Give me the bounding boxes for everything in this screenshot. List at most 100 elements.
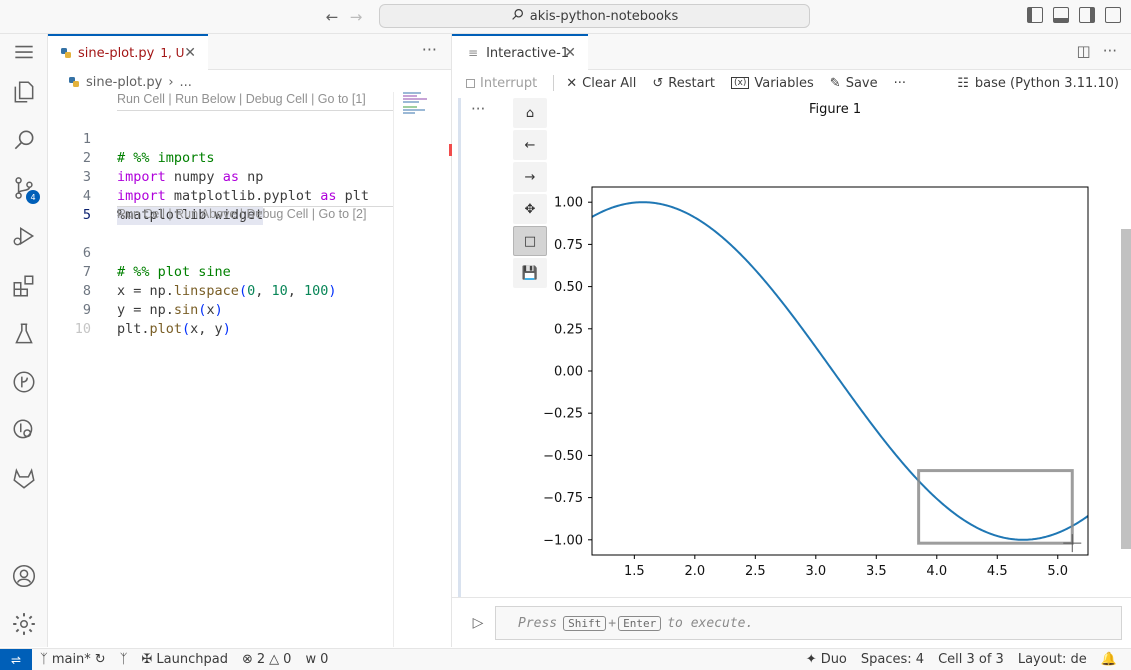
git-graph-icon: ᛉ xyxy=(119,652,128,667)
toggle-primary-sidebar-icon[interactable] xyxy=(1027,7,1043,23)
gitlab-icon[interactable] xyxy=(10,464,38,492)
input-hint-press: Press xyxy=(518,615,558,631)
line-number: 10 xyxy=(74,321,91,337)
explorer-icon[interactable] xyxy=(10,78,38,106)
minimap-line xyxy=(403,101,419,103)
activity-bar: 4 xyxy=(0,34,48,647)
code-line: 6 # %% plot sine xyxy=(48,225,393,280)
indentation-status[interactable]: Spaces: 4 xyxy=(861,652,924,667)
breadcrumb-separator: › xyxy=(168,74,174,90)
status-right: ✦ Duo Spaces: 4 Cell 3 of 3 Layout: de 🔔 xyxy=(806,652,1131,667)
x-tick-label: 2.0 xyxy=(684,564,705,579)
launchpad-label: Launchpad xyxy=(156,652,228,667)
warning-count: 0 xyxy=(283,652,292,667)
axes-frame xyxy=(591,186,1089,556)
kernel-label: base (Python 3.11.10) xyxy=(974,75,1119,91)
restart-icon: ↺ xyxy=(652,75,664,91)
zoom-selection-rect xyxy=(917,469,1074,545)
run-input-icon[interactable]: ▷ xyxy=(468,612,488,634)
search-view-icon[interactable] xyxy=(10,126,38,154)
tab-title: sine-plot.py xyxy=(78,45,155,61)
close-icon[interactable]: ✕ xyxy=(564,45,576,61)
minimap[interactable] xyxy=(393,92,452,647)
variables-label: Variables xyxy=(754,75,814,91)
title-bar: ← → akis-python-notebooks xyxy=(0,0,1131,34)
minimap-line xyxy=(403,112,415,114)
interactive-tab-bar: ≡ Interactive-1 ✕ ◫ ··· xyxy=(452,34,1131,70)
enter-key: Enter xyxy=(618,615,662,631)
restart-button[interactable]: ↺ Restart xyxy=(652,76,715,91)
vertical-scrollbar[interactable] xyxy=(1121,229,1131,549)
extensions-icon[interactable] xyxy=(10,272,38,300)
split-editor-icon[interactable]: ◫ xyxy=(1077,42,1091,60)
figure-canvas[interactable]: 1.5 2.0 2.5 3.0 3.5 4.0 4.5 5.0 1.00 0.75 0.50 0.25… xyxy=(461,98,1121,598)
gitlens-icon[interactable] xyxy=(10,416,38,444)
problems-status[interactable]: ⊗ 2 △ 0 xyxy=(242,652,291,667)
customize-layout-icon[interactable] xyxy=(1105,7,1121,23)
testing-flask-icon[interactable] xyxy=(10,320,38,348)
minimap-line xyxy=(403,92,421,94)
interactive-toolbar: Interrupt ✕ Clear All ↺ Restart (x) Vari… xyxy=(452,70,1131,96)
status-bar: ⇌ ᛉ main* ↻ ᛉ ✠ Launchpad ⊗ 2 △ 0 w 0 ✦ … xyxy=(0,648,1131,670)
y-tick-label: 0.00 xyxy=(554,365,583,380)
duo-label: Duo xyxy=(820,652,847,667)
source-control-badge: 4 xyxy=(26,190,40,204)
tab-interactive[interactable]: ≡ Interactive-1 ✕ xyxy=(452,34,588,70)
variables-button[interactable]: (x) Variables xyxy=(731,76,814,91)
branch-indicator[interactable]: ᛉ main* ↻ xyxy=(40,652,106,667)
warning-icon: △ xyxy=(269,652,280,667)
tab-actions: ◫ ··· xyxy=(1077,42,1118,60)
code-line: 4 %matplotlib widget xyxy=(48,168,393,225)
git-graph-status[interactable]: ᛉ xyxy=(120,652,128,667)
ports-status[interactable]: w 0 xyxy=(305,652,328,667)
breadcrumb-symbols[interactable]: ... xyxy=(180,75,192,90)
code-line: 1 # %% imports xyxy=(48,111,393,166)
remote-icon[interactable]: ⇌ xyxy=(0,648,32,670)
accounts-icon[interactable] xyxy=(10,562,38,590)
y-tick-label: −0.25 xyxy=(543,407,583,422)
more-actions-icon[interactable]: ··· xyxy=(422,40,437,59)
toggle-panel-icon[interactable] xyxy=(1053,7,1069,23)
git-graph-icon[interactable] xyxy=(10,368,38,396)
error-icon: ⊗ xyxy=(241,652,253,667)
more-actions-icon[interactable]: ··· xyxy=(1103,42,1117,60)
tab-sine-plot[interactable]: sine-plot.py 1, U ✕ xyxy=(48,34,208,70)
duo-status[interactable]: ✦ Duo xyxy=(806,652,847,667)
kernel-picker[interactable]: ☷ base (Python 3.11.10) xyxy=(957,70,1119,96)
crosshair-cursor-icon xyxy=(1063,534,1082,553)
code-line: 9 plt.plot(x, y) xyxy=(48,282,393,337)
interactive-input-box[interactable]: Press Shift + Enter to execute. xyxy=(495,606,1122,640)
keyboard-layout-status[interactable]: Layout: de xyxy=(1018,652,1087,667)
toolbar-more-button[interactable]: ··· xyxy=(894,76,906,91)
y-tick-label: 1.00 xyxy=(554,196,583,211)
settings-gear-icon[interactable] xyxy=(10,610,38,638)
save-button[interactable]: ✎ Save xyxy=(830,76,878,91)
sync-icon: ↻ xyxy=(94,652,106,667)
layout-controls xyxy=(1027,7,1121,23)
kernel-icon: ☷ xyxy=(957,75,969,91)
cell-position-status[interactable]: Cell 3 of 3 xyxy=(938,652,1004,667)
x-tick-label: 4.0 xyxy=(926,564,947,579)
toggle-secondary-sidebar-icon[interactable] xyxy=(1079,7,1095,23)
error-count: 2 xyxy=(256,652,266,667)
forward-arrow-icon[interactable]: → xyxy=(346,7,366,27)
notifications-bell-icon[interactable]: 🔔 xyxy=(1101,652,1117,667)
back-arrow-icon[interactable]: ← xyxy=(322,7,342,27)
command-center-search[interactable]: akis-python-notebooks xyxy=(379,4,810,28)
editor-tab-bar: sine-plot.py 1, U ✕ ··· xyxy=(48,34,451,70)
stop-icon xyxy=(466,78,475,88)
launchpad-status[interactable]: ✠ Launchpad xyxy=(142,652,228,667)
interrupt-button[interactable]: Interrupt xyxy=(466,76,537,91)
run-debug-icon[interactable] xyxy=(10,222,38,250)
minimap-line xyxy=(403,98,427,100)
clear-all-button[interactable]: ✕ Clear All xyxy=(566,76,636,91)
breadcrumb-file[interactable]: sine-plot.py xyxy=(86,75,162,90)
close-icon[interactable]: ✕ xyxy=(184,45,196,61)
notebook-icon: ≡ xyxy=(468,46,479,60)
codelens-cell-2[interactable]: Run Cell | Run Above | Debug Cell | Go t… xyxy=(117,207,366,225)
menu-icon[interactable] xyxy=(10,38,38,66)
codelens-cell-1[interactable]: Run Cell | Run Below | Debug Cell | Go t… xyxy=(117,92,366,110)
source-control-icon[interactable]: 4 xyxy=(10,174,40,204)
code-editor: sine-plot.py 1, U ✕ ··· sine-plot.py › .… xyxy=(48,34,453,647)
duo-icon: ✦ xyxy=(805,652,817,667)
